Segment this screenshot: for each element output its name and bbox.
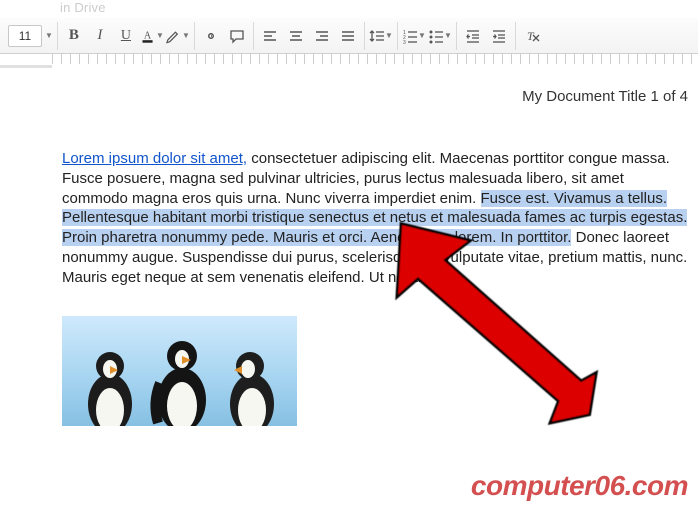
horizontal-ruler[interactable]	[0, 54, 698, 68]
increase-indent-button[interactable]	[487, 24, 511, 48]
align-left-button[interactable]	[258, 24, 282, 48]
chevron-down-icon: ▼	[385, 31, 393, 40]
chevron-down-icon: ▼	[182, 31, 190, 40]
clear-formatting-button[interactable]: T	[520, 24, 544, 48]
body-paragraph[interactable]: Lorem ipsum dolor sit amet, consectetuer…	[62, 149, 690, 288]
decrease-indent-button[interactable]	[461, 24, 485, 48]
font-size-input[interactable]: 11	[8, 25, 42, 47]
list-group: 123 ▼ ▼	[398, 22, 457, 50]
penguins-photo-icon	[62, 316, 297, 426]
svg-text:A: A	[144, 30, 152, 41]
text-format-group: B I U A ▼ ▼	[58, 22, 195, 50]
font-size-group: 11 ▼	[4, 22, 58, 50]
align-justify-button[interactable]	[336, 24, 360, 48]
chevron-down-icon: ▼	[156, 31, 164, 40]
embedded-image[interactable]	[62, 316, 297, 426]
align-group	[254, 22, 365, 50]
underline-button[interactable]: U	[114, 24, 138, 48]
insert-link-button[interactable]	[199, 24, 223, 48]
numbered-list-button[interactable]: 123 ▼	[402, 24, 426, 48]
align-right-button[interactable]	[310, 24, 334, 48]
window-title: in Drive	[0, 0, 698, 18]
bulleted-list-button[interactable]: ▼	[428, 24, 452, 48]
indent-group	[457, 22, 516, 50]
page-header: My Document Title 1 of 4	[62, 88, 690, 105]
document-page[interactable]: My Document Title 1 of 4 Lorem ipsum dol…	[0, 72, 698, 512]
bold-button[interactable]: B	[62, 24, 86, 48]
hyperlink-text[interactable]: Lorem ipsum dolor sit amet,	[62, 150, 247, 167]
highlight-color-button[interactable]: ▼	[166, 24, 190, 48]
chevron-down-icon: ▼	[444, 31, 452, 40]
chevron-down-icon: ▼	[418, 31, 426, 40]
link-comment-group	[195, 22, 254, 50]
italic-button[interactable]: I	[88, 24, 112, 48]
line-spacing-button[interactable]: ▼	[369, 24, 393, 48]
align-center-button[interactable]	[284, 24, 308, 48]
text-color-button[interactable]: A ▼	[140, 24, 164, 48]
chevron-down-icon[interactable]: ▼	[45, 31, 53, 40]
svg-text:3: 3	[403, 40, 406, 44]
add-comment-button[interactable]	[225, 24, 249, 48]
formatting-toolbar: 11 ▼ B I U A ▼ ▼ ▼ 12	[0, 18, 698, 54]
line-spacing-group: ▼	[365, 22, 398, 50]
watermark-text: computer06.com	[471, 470, 688, 502]
clear-format-group: T	[516, 22, 548, 50]
